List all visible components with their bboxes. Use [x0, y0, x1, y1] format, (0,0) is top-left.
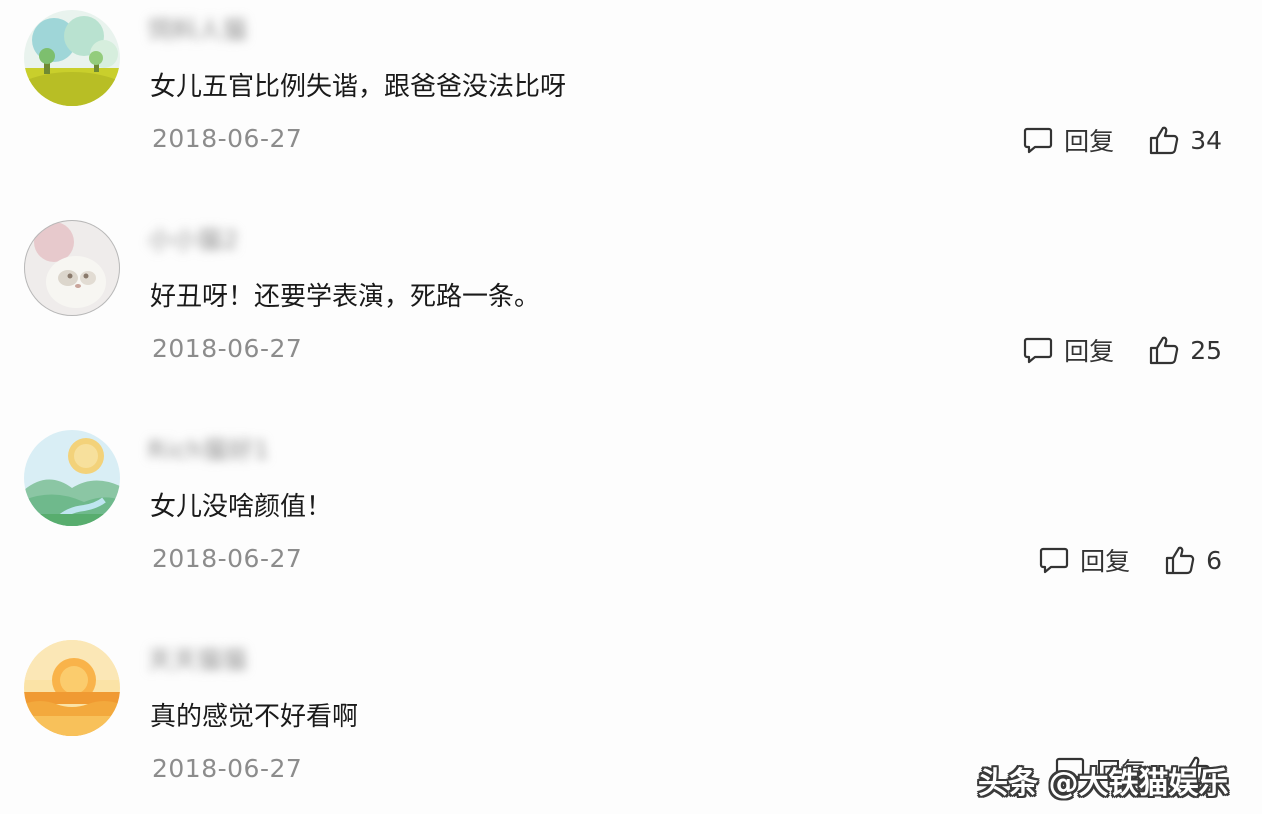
thumbs-up-icon — [1148, 124, 1180, 156]
comment-actions: 回复 25 — [1022, 330, 1222, 370]
comment-text: 女儿没啥颜值！ — [150, 492, 333, 522]
speech-bubble-icon — [1038, 544, 1070, 576]
sunny-hills-avatar-icon — [24, 430, 120, 526]
comment-date: 2018-06-27 — [152, 754, 303, 783]
thumbs-up-icon — [1164, 544, 1196, 576]
like-button[interactable]: 34 — [1148, 124, 1222, 156]
sunset-avatar-icon — [24, 640, 120, 736]
comment-date: 2018-06-27 — [152, 544, 303, 573]
comment-date: 2018-06-27 — [152, 124, 303, 153]
comment-item: Rich猫好1 女儿没啥颜值！ 2018-06-27 回复 6 — [0, 420, 1262, 620]
comment-item: 饲料人猫 女儿五官比例失谐，跟爸爸没法比呀 2018-06-27 回复 34 — [0, 0, 1262, 200]
like-count: 25 — [1190, 335, 1222, 365]
username[interactable]: 小小猫2 — [148, 220, 239, 255]
watermark: 头条 @大铁猫娱乐 — [978, 766, 1229, 801]
username[interactable]: 天天猫猫 — [148, 640, 248, 675]
meadow-tree-avatar-icon — [24, 10, 120, 106]
username[interactable]: 饲料人猫 — [148, 10, 248, 45]
like-count: 6 — [1206, 545, 1222, 575]
like-button[interactable]: 6 — [1164, 544, 1222, 576]
avatar[interactable] — [24, 220, 120, 316]
speech-bubble-icon — [1022, 334, 1054, 366]
thumbs-up-icon — [1148, 334, 1180, 366]
avatar[interactable] — [24, 430, 120, 526]
comment-date: 2018-06-27 — [152, 334, 303, 363]
speech-bubble-icon — [1022, 124, 1054, 156]
comment-text: 真的感觉不好看啊 — [150, 702, 359, 732]
reply-button[interactable]: 回复 — [1022, 332, 1114, 368]
comment-item: 小小猫2 好丑呀！还要学表演，死路一条。 2018-06-27 回复 25 — [0, 210, 1262, 410]
reply-label: 回复 — [1064, 337, 1115, 366]
reply-button[interactable]: 回复 — [1038, 542, 1130, 578]
reply-label: 回复 — [1080, 547, 1131, 576]
like-count: 34 — [1190, 125, 1222, 155]
comment-actions: 回复 6 — [1038, 540, 1222, 580]
username[interactable]: Rich猫好1 — [148, 430, 270, 465]
comment-text: 好丑呀！还要学表演，死路一条。 — [150, 282, 541, 312]
avatar[interactable] — [24, 10, 120, 106]
comment-text: 女儿五官比例失谐，跟爸爸没法比呀 — [150, 72, 567, 102]
like-button[interactable]: 25 — [1148, 334, 1222, 366]
comment-feed: 饲料人猫 女儿五官比例失谐，跟爸爸没法比呀 2018-06-27 回复 34 小… — [0, 0, 1262, 814]
reply-button[interactable]: 回复 — [1022, 122, 1114, 158]
comment-actions: 回复 34 — [1022, 120, 1222, 160]
avatar[interactable] — [24, 640, 120, 736]
white-cat-avatar-icon — [24, 220, 120, 316]
reply-label: 回复 — [1064, 127, 1115, 156]
